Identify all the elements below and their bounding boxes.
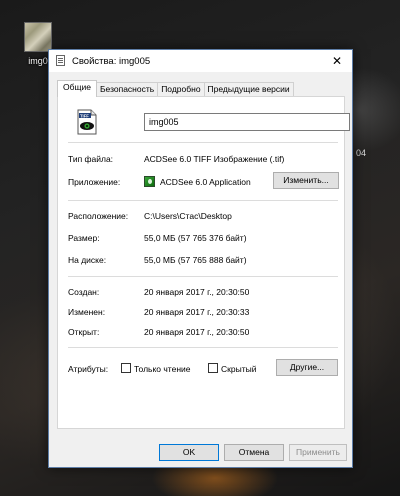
advanced-attributes-button[interactable]: Другие...	[276, 359, 338, 376]
hidden-checkbox[interactable]	[208, 363, 218, 373]
separator	[68, 142, 338, 143]
size-on-disk-value: 55,0 МБ (57 765 888 байт)	[144, 255, 247, 265]
modified-value: 20 января 2017 г., 20:30:33	[144, 307, 250, 317]
size-label: Размер:	[68, 233, 100, 243]
change-app-button[interactable]: Изменить...	[273, 172, 339, 189]
tab-previous-versions[interactable]: Предыдущие версии	[203, 82, 294, 97]
application-value: ACDSee 6.0 Application	[160, 177, 251, 187]
created-label: Создан:	[68, 287, 100, 297]
properties-icon	[55, 55, 67, 67]
file-type-value: ACDSee 6.0 TIFF Изображение (.tif)	[144, 154, 285, 164]
accessed-value: 20 января 2017 г., 20:30:50	[144, 327, 250, 337]
modified-label: Изменен:	[68, 307, 106, 317]
attributes-label: Атрибуты:	[68, 364, 109, 374]
acdsee-app-icon	[144, 176, 155, 187]
tab-details[interactable]: Подробно	[157, 82, 205, 97]
separator	[68, 276, 338, 277]
location-value: C:\Users\Стас\Desktop	[144, 211, 232, 221]
separator	[68, 347, 338, 348]
size-on-disk-label: На диске:	[68, 255, 107, 265]
readonly-label[interactable]: Только чтение	[134, 364, 190, 374]
title-bar[interactable]: Свойства: img005 ✕	[49, 50, 352, 72]
filename-input[interactable]	[144, 113, 350, 131]
tab-general[interactable]: Общие	[57, 80, 97, 97]
apply-button[interactable]: Применить	[289, 444, 347, 461]
readonly-checkbox[interactable]	[121, 363, 131, 373]
desktop-background-text: 04	[356, 148, 367, 158]
general-tab-panel: TIFF Тип файла: ACDSee 6.0 TIFF Изображе…	[57, 96, 350, 429]
cancel-button[interactable]: Отмена	[224, 444, 284, 461]
application-label: Приложение:	[68, 177, 121, 187]
window-title: Свойства: img005	[72, 55, 151, 67]
tiff-file-icon: TIFF	[77, 109, 97, 135]
file-type-label: Тип файла:	[68, 154, 114, 164]
tab-security[interactable]: Безопасность	[95, 82, 159, 97]
created-value: 20 января 2017 г., 20:30:50	[144, 287, 250, 297]
hidden-label[interactable]: Скрытый	[221, 364, 256, 374]
image-thumbnail-icon	[24, 22, 52, 52]
location-label: Расположение:	[68, 211, 129, 221]
properties-dialog: Свойства: img005 ✕ Общие Безопасность По…	[48, 49, 353, 468]
separator	[68, 200, 338, 201]
accessed-label: Открыт:	[68, 327, 100, 337]
file-type-badge: TIFF	[80, 113, 89, 118]
tab-bar: Общие Безопасность Подробно Предыдущие в…	[57, 80, 294, 97]
ok-button[interactable]: OK	[159, 444, 219, 461]
size-value: 55,0 МБ (57 765 376 байт)	[144, 233, 247, 243]
close-icon[interactable]: ✕	[330, 54, 344, 68]
